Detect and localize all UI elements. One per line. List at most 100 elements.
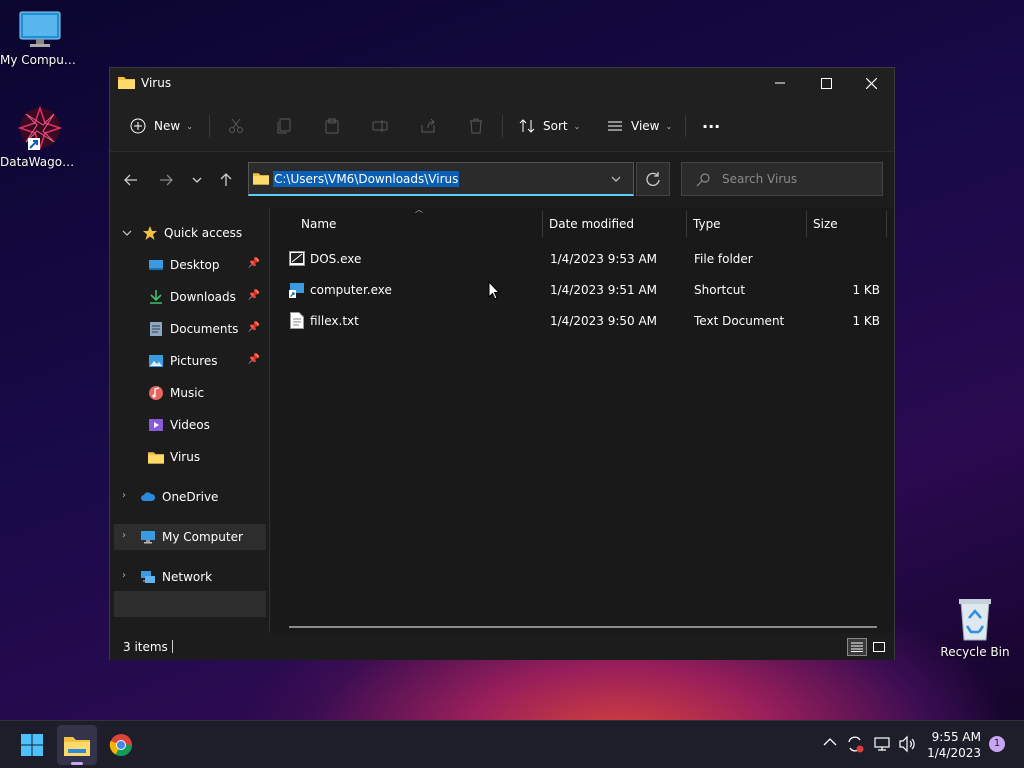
desktop-icon-recycle-bin[interactable]: Recycle Bin <box>935 596 1015 659</box>
sort-button[interactable]: Sort ⌄ <box>519 111 580 141</box>
file-explorer-window: Virus New ⌄ Sort ⌄ View ⌄ ··· C:\Users\V… <box>109 67 895 660</box>
item-count: 3 items <box>123 640 168 654</box>
network-status-icon[interactable] <box>873 735 891 757</box>
file-row[interactable]: fillex.txt 1/4/2023 9:50 AM Text Documen… <box>279 307 880 335</box>
chrome-icon <box>109 734 132 756</box>
volume-icon-button[interactable] <box>898 735 916 757</box>
arrow-left-icon <box>124 174 137 186</box>
sidebar-item-documents[interactable]: Documents 📌 <box>114 316 266 342</box>
network-icon <box>141 571 155 583</box>
command-bar: New ⌄ Sort ⌄ View ⌄ ··· <box>110 98 894 152</box>
start-button[interactable] <box>12 725 52 765</box>
sidebar-item-virus[interactable]: Virus <box>114 444 266 470</box>
sidebar-item-pictures[interactable]: Pictures 📌 <box>114 348 266 374</box>
rename-button[interactable] <box>372 111 388 141</box>
file-type: Shortcut <box>694 283 746 297</box>
music-icon <box>149 386 163 400</box>
more-options-button[interactable]: ··· <box>702 111 720 141</box>
delete-button[interactable] <box>468 111 484 141</box>
column-divider[interactable] <box>542 211 543 237</box>
pin-icon: 📌 <box>247 322 260 333</box>
new-button[interactable]: New ⌄ <box>130 111 193 141</box>
cut-button[interactable] <box>228 111 244 141</box>
sidebar-item-my-computer[interactable]: › My Computer <box>114 524 266 550</box>
sidebar-item-onedrive[interactable]: › OneDrive <box>114 484 266 510</box>
text-file-icon <box>290 312 304 329</box>
refresh-button[interactable] <box>636 162 670 196</box>
column-header-date[interactable]: Date modified <box>549 211 634 237</box>
shortcut-monitor-icon <box>289 283 304 298</box>
column-divider[interactable] <box>886 211 887 237</box>
column-divider[interactable] <box>806 211 807 237</box>
sidebar-item-network[interactable]: › Network <box>114 564 266 590</box>
divider <box>209 115 210 137</box>
copy-icon <box>277 118 291 134</box>
file-type: Text Document <box>694 314 785 328</box>
share-button[interactable] <box>420 111 436 141</box>
chevron-down-icon[interactable] <box>611 176 621 182</box>
maximize-button[interactable] <box>803 68 849 98</box>
chevron-right-icon[interactable]: › <box>122 530 126 541</box>
sidebar-item-downloads[interactable]: Downloads 📌 <box>114 284 266 310</box>
details-view-button[interactable] <box>847 638 867 656</box>
sidebar-item-videos[interactable]: Videos <box>114 412 266 438</box>
forward-button[interactable] <box>154 168 178 192</box>
details-view-icon <box>851 642 863 652</box>
desktop-icon-my-computer[interactable]: My Computer <box>0 10 80 67</box>
column-label: Date modified <box>549 217 635 231</box>
address-path[interactable]: C:\Users\VM6\Downloads\Virus <box>273 171 460 187</box>
sync-status-icon[interactable] <box>846 735 864 757</box>
horizontal-scrollbar[interactable] <box>289 626 877 628</box>
search-box[interactable]: Search Virus <box>681 162 883 196</box>
tiles-view-icon <box>873 642 885 652</box>
sidebar-item-label: OneDrive <box>162 490 219 504</box>
title-bar[interactable]: Virus <box>110 68 894 98</box>
clock[interactable]: 9:55 AM 1/4/2023 <box>927 729 981 761</box>
address-bar[interactable]: C:\Users\VM6\Downloads\Virus <box>248 162 634 196</box>
sort-ascending-icon: ︿ <box>415 205 423 214</box>
chevron-down-icon <box>122 230 132 236</box>
close-button[interactable] <box>848 68 894 98</box>
paste-button[interactable] <box>324 111 340 141</box>
tiles-view-button[interactable] <box>870 638 888 656</box>
taskbar-chrome[interactable] <box>101 725 141 765</box>
folder-icon <box>253 173 269 185</box>
window-title: Virus <box>141 76 172 90</box>
sidebar-item-label: Downloads <box>170 290 236 304</box>
file-name: DOS.exe <box>310 252 362 266</box>
chevron-down-icon: ⌄ <box>665 121 673 131</box>
view-icon <box>608 121 622 131</box>
notification-badge[interactable]: 1 <box>989 736 1005 752</box>
column-header-size[interactable]: Size <box>813 211 838 237</box>
file-date: 1/4/2023 9:53 AM <box>550 252 658 266</box>
desktop-icon-datawagon[interactable]: DataWagon... <box>0 104 80 169</box>
refresh-icon <box>646 172 660 186</box>
recent-locations-button[interactable] <box>185 168 209 192</box>
search-placeholder: Search Virus <box>722 172 798 186</box>
column-header-name[interactable]: Name <box>301 211 336 237</box>
pin-icon: 📌 <box>247 258 260 269</box>
chevron-right-icon[interactable]: › <box>122 570 126 581</box>
sidebar-item-music[interactable]: Music <box>114 380 266 406</box>
file-row[interactable]: DOS.exe 1/4/2023 9:53 AM File folder <box>279 245 879 273</box>
column-header-type[interactable]: Type <box>693 211 721 237</box>
status-bar: 3 items <box>110 635 894 660</box>
chevron-down-icon: ⌄ <box>573 121 581 131</box>
minimize-button[interactable] <box>757 68 803 98</box>
sync-icon <box>848 736 864 753</box>
taskbar-file-explorer[interactable] <box>57 725 97 765</box>
show-hidden-icons-button[interactable] <box>823 735 837 751</box>
column-divider[interactable] <box>686 211 687 237</box>
copy-button[interactable] <box>276 111 292 141</box>
navigation-pane: Quick access Desktop 📌 Downloads 📌 Docum… <box>110 208 270 633</box>
maximize-icon <box>820 77 832 89</box>
desktop-icon-label: My Computer <box>0 53 80 67</box>
back-button[interactable] <box>119 168 143 192</box>
sidebar-item-desktop[interactable]: Desktop 📌 <box>114 252 266 278</box>
desktop-icon <box>149 260 163 270</box>
file-row[interactable]: computer.exe 1/4/2023 9:51 AM Shortcut 1… <box>279 276 880 304</box>
sidebar-item-quick-access[interactable]: Quick access <box>114 220 266 246</box>
view-button[interactable]: View ⌄ <box>607 111 672 141</box>
up-button[interactable] <box>214 168 238 192</box>
chevron-right-icon[interactable]: › <box>122 490 126 501</box>
